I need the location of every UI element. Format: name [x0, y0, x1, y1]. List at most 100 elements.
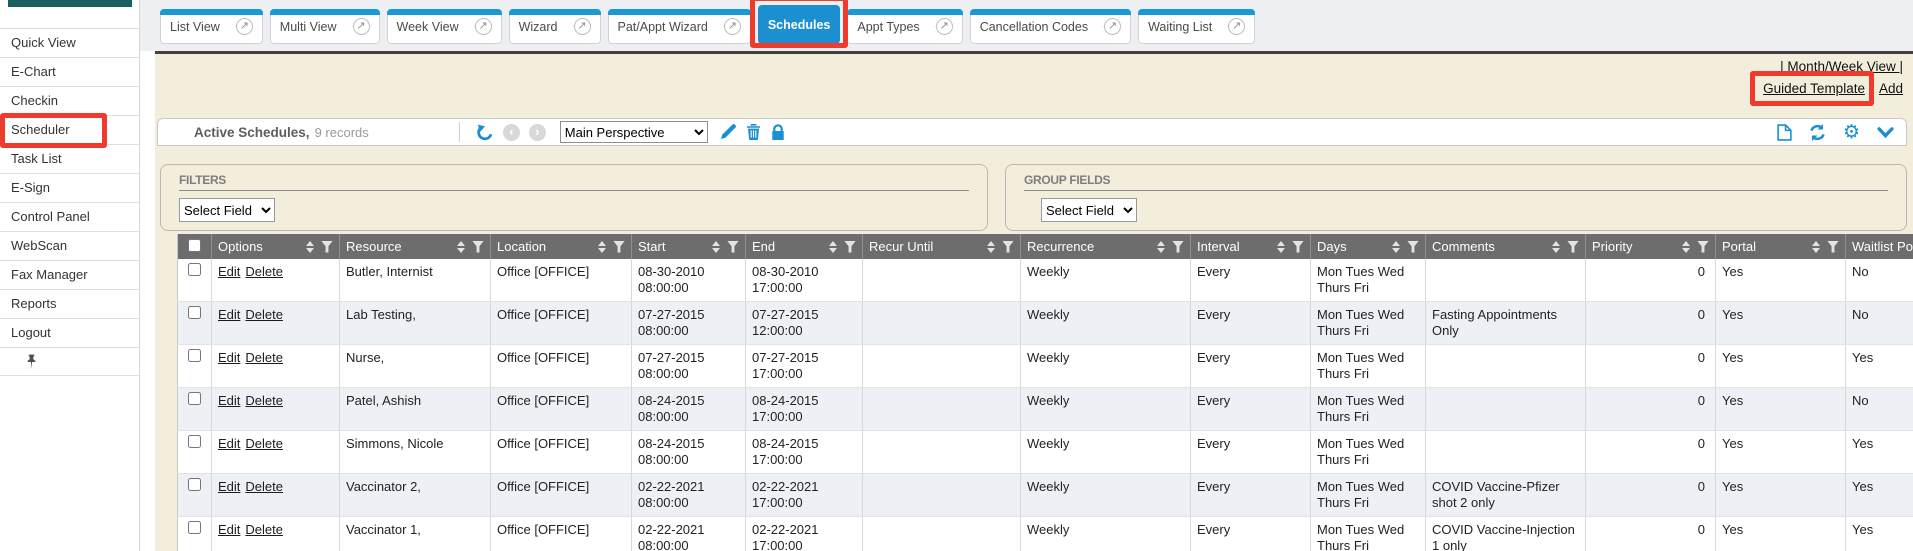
header-select-cell[interactable]: [178, 234, 212, 259]
external-link-icon[interactable]: ↗: [1104, 18, 1121, 35]
tab-multi-view[interactable]: Multi View↗: [270, 10, 380, 44]
sort-icon[interactable]: [712, 241, 720, 253]
edit-link[interactable]: Edit: [218, 264, 240, 279]
cell-select[interactable]: [178, 302, 212, 345]
delete-link[interactable]: Delete: [245, 393, 283, 408]
delete-link[interactable]: Delete: [245, 264, 283, 279]
delete-link[interactable]: Delete: [245, 522, 283, 537]
select-all-checkbox[interactable]: [188, 239, 201, 252]
filters-field-select[interactable]: Select Field: [179, 198, 275, 222]
external-link-icon[interactable]: ↗: [1228, 18, 1245, 35]
edit-link[interactable]: Edit: [218, 522, 240, 537]
sort-icon[interactable]: [1157, 241, 1165, 253]
delete-link[interactable]: Delete: [245, 350, 283, 365]
delete-link[interactable]: Delete: [245, 479, 283, 494]
filter-funnel-icon[interactable]: [1292, 241, 1304, 253]
row-checkbox[interactable]: [188, 263, 201, 276]
column-header-portal[interactable]: Portal: [1716, 234, 1846, 259]
lock-icon[interactable]: [771, 124, 785, 140]
filter-funnel-icon[interactable]: [1827, 241, 1839, 253]
cell-select[interactable]: [178, 388, 212, 431]
delete-link[interactable]: Delete: [245, 307, 283, 322]
refresh-icon[interactable]: [1809, 124, 1826, 141]
cell-select[interactable]: [178, 474, 212, 517]
cell-select[interactable]: [178, 517, 212, 551]
sidebar-item-checkin[interactable]: Checkin: [0, 86, 139, 115]
cell-select[interactable]: [178, 431, 212, 474]
column-header-end[interactable]: End: [746, 234, 863, 259]
external-link-icon[interactable]: ↗: [353, 18, 370, 35]
sidebar-item-e-sign[interactable]: E-Sign: [0, 173, 139, 202]
edit-link[interactable]: Edit: [218, 350, 240, 365]
cell-select[interactable]: [178, 259, 212, 302]
sort-icon[interactable]: [598, 241, 606, 253]
gear-icon[interactable]: ⚙: [1843, 123, 1860, 141]
column-header-days[interactable]: Days: [1311, 234, 1426, 259]
edit-link[interactable]: Edit: [218, 393, 240, 408]
sidebar-item-quick-view[interactable]: Quick View: [0, 28, 139, 57]
sidebar-item-fax-manager[interactable]: Fax Manager: [0, 260, 139, 289]
tab-wizard[interactable]: Wizard↗: [509, 10, 601, 44]
sort-icon[interactable]: [306, 241, 314, 253]
new-document-icon[interactable]: [1777, 124, 1792, 141]
filter-funnel-icon[interactable]: [1002, 241, 1014, 253]
sort-icon[interactable]: [457, 241, 465, 253]
row-checkbox[interactable]: [188, 392, 201, 405]
column-header-comments[interactable]: Comments: [1426, 234, 1586, 259]
tab-waiting-list[interactable]: Waiting List↗: [1138, 10, 1255, 44]
sort-icon[interactable]: [987, 241, 995, 253]
sidebar-pin-row[interactable]: [0, 347, 139, 376]
delete-link[interactable]: Delete: [245, 436, 283, 451]
column-header-interval[interactable]: Interval: [1191, 234, 1311, 259]
row-checkbox[interactable]: [188, 521, 201, 534]
column-header-start[interactable]: Start: [632, 234, 746, 259]
column-header-location[interactable]: Location: [491, 234, 632, 259]
external-link-icon[interactable]: ↗: [475, 18, 492, 35]
trash-icon[interactable]: [746, 124, 761, 140]
sort-icon[interactable]: [1812, 241, 1820, 253]
filter-funnel-icon[interactable]: [472, 241, 484, 253]
row-checkbox[interactable]: [188, 478, 201, 491]
row-checkbox[interactable]: [188, 349, 201, 362]
tab-pat-appt-wizard[interactable]: Pat/Appt Wizard↗: [608, 10, 751, 44]
undo-icon[interactable]: [476, 124, 494, 141]
filter-funnel-icon[interactable]: [844, 241, 856, 253]
cell-select[interactable]: [178, 345, 212, 388]
sidebar-item-control-panel[interactable]: Control Panel: [0, 202, 139, 231]
tab-week-view[interactable]: Week View↗: [387, 10, 502, 44]
external-link-icon[interactable]: ↗: [724, 18, 741, 35]
prev-icon[interactable]: ‹: [503, 124, 520, 141]
row-checkbox[interactable]: [188, 306, 201, 319]
filter-funnel-icon[interactable]: [321, 241, 333, 253]
filter-funnel-icon[interactable]: [1567, 241, 1579, 253]
column-header-recurrence[interactable]: Recurrence: [1021, 234, 1191, 259]
pencil-icon[interactable]: [720, 124, 736, 140]
sidebar-item-reports[interactable]: Reports: [0, 289, 139, 318]
tab-cancellation-codes[interactable]: Cancellation Codes↗: [970, 10, 1131, 44]
next-icon[interactable]: ›: [529, 124, 546, 141]
group-fields-select[interactable]: Select Field: [1041, 198, 1137, 222]
column-header-resource[interactable]: Resource: [340, 234, 491, 259]
tab-schedules[interactable]: Schedules: [758, 6, 841, 44]
sort-icon[interactable]: [1682, 241, 1690, 253]
edit-link[interactable]: Edit: [218, 479, 240, 494]
sidebar-item-e-chart[interactable]: E-Chart: [0, 57, 139, 86]
sort-icon[interactable]: [1552, 241, 1560, 253]
column-header-options[interactable]: Options: [212, 234, 340, 259]
month-week-view-link[interactable]: | Month/Week View |: [1780, 59, 1903, 74]
filter-funnel-icon[interactable]: [1697, 241, 1709, 253]
tab-appt-types[interactable]: Appt Types↗: [847, 10, 962, 44]
column-header-waitlist[interactable]: Waitlist Po: [1846, 234, 1913, 259]
filter-funnel-icon[interactable]: [613, 241, 625, 253]
tab-list-view[interactable]: List View↗: [160, 10, 263, 44]
external-link-icon[interactable]: ↗: [936, 18, 953, 35]
perspective-select[interactable]: Main Perspective: [560, 121, 708, 143]
chevron-down-icon[interactable]: [1877, 127, 1894, 138]
filter-funnel-icon[interactable]: [727, 241, 739, 253]
edit-link[interactable]: Edit: [218, 436, 240, 451]
sidebar-item-logout[interactable]: Logout: [0, 318, 139, 347]
add-link[interactable]: Add: [1879, 81, 1903, 96]
filter-funnel-icon[interactable]: [1172, 241, 1184, 253]
column-header-recur_until[interactable]: Recur Until: [863, 234, 1021, 259]
sort-icon[interactable]: [829, 241, 837, 253]
